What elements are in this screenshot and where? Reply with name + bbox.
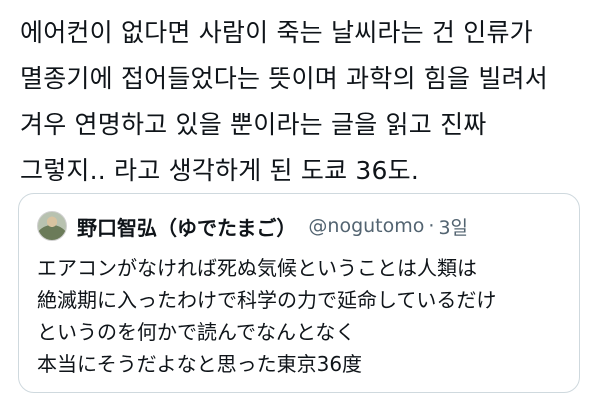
- quoted-text-line: 絶滅期に入ったわけで科学の力で延命しているだけ: [37, 288, 497, 312]
- tweet-text-line: 그렇지.. 라고 생각하게 된 도쿄 36도.: [20, 156, 419, 185]
- quoted-tweet-timestamp[interactable]: 3일: [438, 213, 468, 240]
- tweet-text: 에어컨이 없다면 사람이 죽는 날씨라는 건 인류가 멸종기에 접어들었다는 뜻…: [20, 10, 588, 194]
- quoted-text-line: 本当にそうだよなと思った東京36度: [37, 352, 363, 376]
- tweet-text-line: 에어컨이 없다면 사람이 죽는 날씨라는 건 인류가: [20, 18, 533, 47]
- tweet-text-line: 겨우 연명하고 있을 뿐이라는 글을 읽고 진짜: [20, 110, 487, 139]
- quoted-text-line: というのを何かで読んでなんとなく: [37, 320, 356, 344]
- quoted-author-handle[interactable]: @nogutomo: [308, 215, 424, 237]
- quoted-text-line: エアコンがなければ死ぬ気候ということは人類は: [37, 256, 477, 280]
- quoted-tweet-header: 野口智弘（ゆでたまご） @nogutomo · 3일: [37, 210, 468, 242]
- quoted-tweet-card[interactable]: 野口智弘（ゆでたまご） @nogutomo · 3일 エアコンがなければ死ぬ気候…: [18, 193, 580, 393]
- tweet-text-line: 멸종기에 접어들었다는 뜻이며 과학의 힘을 빌려서: [20, 64, 548, 93]
- quoted-author-name[interactable]: 野口智弘（ゆでたまご）: [77, 212, 296, 241]
- avatar[interactable]: [37, 211, 67, 241]
- quoted-tweet-text: エアコンがなければ死ぬ気候ということは人類は 絶滅期に入ったわけで科学の力で延命…: [37, 252, 567, 380]
- header-separator: ·: [428, 215, 435, 237]
